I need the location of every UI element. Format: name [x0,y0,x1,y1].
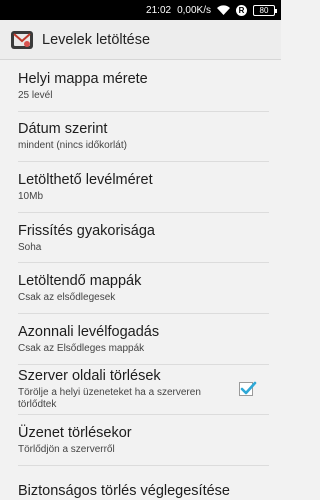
pref-local-folder-size[interactable]: Helyi mappa mérete 25 levél [18,61,269,112]
pref-title: Szerver oldali törlések [18,368,161,385]
pref-secure-delete-commit[interactable]: Biztonságos törlés véglegesítése [18,466,269,500]
pref-folders-to-download[interactable]: Letöltendő mappák Csak az elsődlegesek [18,263,269,314]
pref-summary: Csak az elsődlegesek [18,292,116,304]
status-time: 21:02 [146,4,172,16]
pref-summary: Törlődjön a szerverről [18,443,115,455]
pref-message-size[interactable]: Letölthető levélméret 10Mb [18,162,269,213]
pref-on-message-delete[interactable]: Üzenet törlésekor Törlődjön a szerverről [18,415,269,466]
pref-title: Frissítés gyakorisága [18,222,155,239]
pref-push-mail[interactable]: Azonnali levélfogadás Csak az Elsődleges… [18,314,269,365]
pref-refresh-frequency[interactable]: Frissítés gyakorisága Soha [18,213,269,264]
pref-title: Dátum szerint [18,121,108,138]
pref-title: Letölthető levélméret [18,171,153,188]
server-deletes-checkbox[interactable] [239,382,257,397]
network-speed: 0,00K/s [177,4,211,16]
pref-title: Biztonságos törlés véglegesítése [18,483,230,500]
pref-summary: Törölje a helyi üzeneteket ha a szervere… [18,387,201,411]
pref-summary: 10Mb [18,190,44,202]
pref-summary: 25 levél [18,89,53,101]
battery-icon: 80 [253,4,277,16]
pref-summary: Csak az Elsődleges mappák [18,342,145,354]
pref-by-date[interactable]: Dátum szerint mindent (nincs időkorlát) [18,112,269,163]
roaming-icon: R [236,4,247,16]
pref-title: Helyi mappa mérete [18,70,148,87]
action-bar: Levelek letöltése [0,20,281,60]
pref-title: Letöltendő mappák [18,273,142,290]
pref-summary: mindent (nincs időkorlát) [18,140,127,152]
pref-summary: Soha [18,241,42,253]
status-bar: 21:02 0,00K/s R 80 [0,0,281,20]
settings-list: Helyi mappa mérete 25 levél Dátum szerin… [0,61,281,500]
pref-server-side-deletes[interactable]: Szerver oldali törlések Törölje a helyi … [18,365,269,416]
pref-title: Azonnali levélfogadás [18,323,160,340]
checkmark-icon [240,382,257,395]
wifi-icon [217,5,230,15]
app-logo-icon[interactable] [10,28,34,52]
page-title: Levelek letöltése [42,31,151,48]
pref-title: Üzenet törlésekor [18,424,132,441]
